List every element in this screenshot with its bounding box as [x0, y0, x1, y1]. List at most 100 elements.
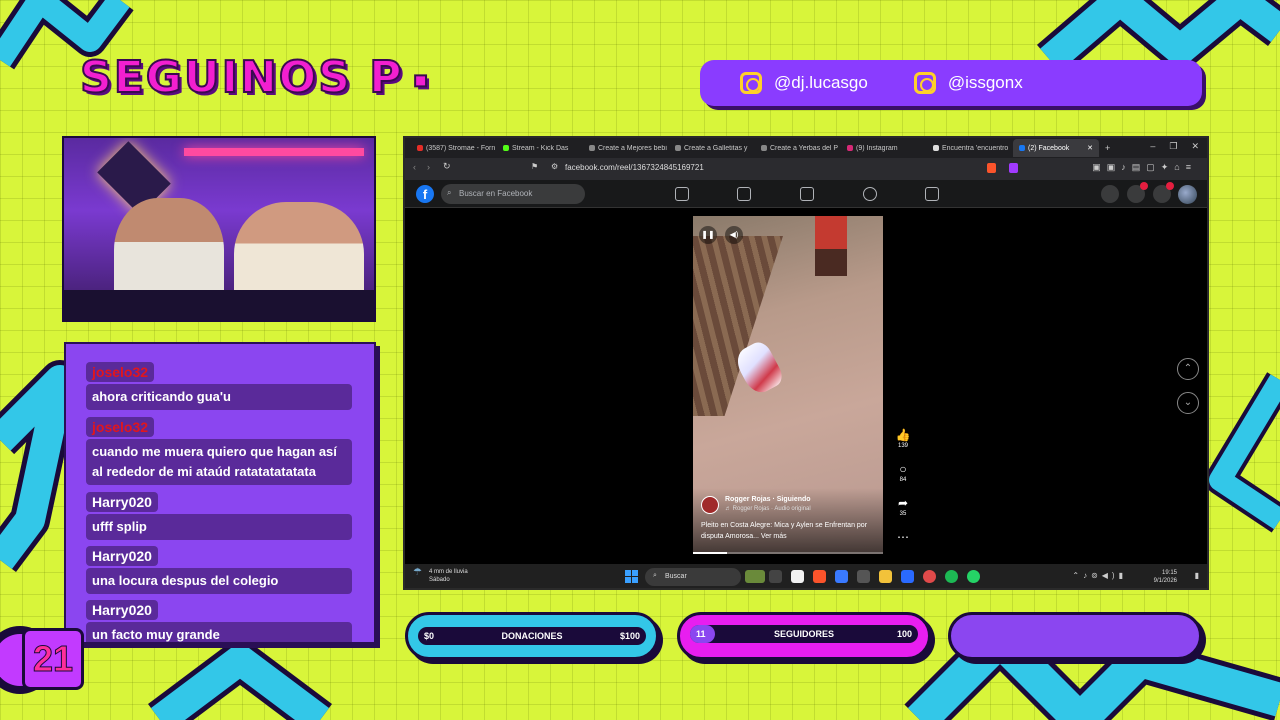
followers-label: SEGUIDORES — [773, 629, 834, 639]
task-view-icon[interactable] — [769, 570, 782, 583]
facebook-logo-icon[interactable]: f — [416, 185, 434, 203]
chat-username: Harry020 — [86, 546, 158, 566]
browser-tab[interactable]: Create a Yerbas del P — [755, 145, 841, 152]
volume-icon[interactable]: ◀) — [725, 226, 743, 244]
channel-logo: 21 — [22, 628, 84, 690]
facebook-search-input[interactable]: Buscar en Facebook — [441, 184, 585, 204]
chat-username: Harry020 — [86, 600, 158, 620]
followers-bar: 11 SEGUIDORES 100 — [677, 612, 931, 660]
reel-caption[interactable]: Pleito en Costa Alegre: Mica y Aylen se … — [701, 520, 877, 542]
chat-username: Harry020 — [86, 492, 158, 512]
social-handles-bar: @dj.lucasgo @issgonx — [700, 60, 1202, 106]
site-info-icon[interactable]: ⚙ — [551, 162, 558, 171]
editor-icon[interactable] — [901, 570, 914, 583]
like-action[interactable]: 👍 139 — [895, 428, 911, 449]
reel-author[interactable]: Rogger Rojas · Siguiendo — [725, 496, 811, 503]
url-field[interactable]: facebook.com/reel/1367324845169721 — [565, 163, 704, 172]
close-tab-icon[interactable]: ✕ — [1087, 144, 1093, 152]
toolbar-extensions-icons[interactable]: ▣▣♪▤▢✦⌂≡ — [1092, 162, 1197, 173]
social-item: @issgonx — [913, 72, 1023, 94]
overlay-title: SEGUINOS P ▪ — [79, 51, 431, 104]
whatsapp-icon[interactable] — [967, 570, 980, 583]
maximize-icon[interactable]: ❐ — [1169, 141, 1177, 152]
kick-icon — [503, 145, 509, 151]
chat-message: Harry020 una locura despus del colegio — [86, 546, 352, 594]
browser-tab[interactable]: (3587) Stromae - Forn — [411, 145, 497, 152]
next-reel-icon[interactable]: ⌄ — [1177, 392, 1199, 414]
store-icon[interactable] — [791, 570, 804, 583]
comment-icon: ○ — [899, 462, 907, 476]
spotify-icon[interactable] — [945, 570, 958, 583]
reel-progress-bar[interactable] — [693, 552, 883, 554]
donations-label: DONACIONES — [501, 631, 563, 641]
search-icon: ⌕ — [447, 188, 452, 197]
search-highlight-icon[interactable] — [745, 570, 765, 583]
donations-goal: $100 — [619, 631, 640, 641]
webcam-feed — [62, 136, 376, 322]
reel-audio[interactable]: ♬ Rogger Rojas · Audio original — [725, 506, 811, 512]
back-icon[interactable]: ‹ — [413, 162, 416, 172]
groups-icon[interactable] — [863, 187, 877, 201]
chat-message: joselo32 cuando me muera quiero que haga… — [86, 417, 352, 485]
notifications-bell-icon[interactable] — [1153, 182, 1174, 203]
reload-icon[interactable]: ↻ — [443, 161, 451, 172]
page-icon — [675, 145, 681, 151]
profile-avatar[interactable] — [1178, 185, 1197, 204]
close-window-icon[interactable]: ✕ — [1191, 141, 1199, 152]
instagram-icon — [847, 145, 853, 151]
marketplace-icon[interactable] — [800, 187, 814, 201]
previous-reel-icon[interactable]: ⌃ — [1177, 358, 1199, 380]
browser-tab[interactable]: (9) Instagram — [841, 145, 927, 152]
browser-tab[interactable]: Create a Mejores bebi — [583, 145, 669, 152]
browser-tab[interactable]: Create a Galletitas y — [669, 145, 755, 152]
minimize-icon[interactable]: – — [1150, 141, 1155, 152]
file-explorer-icon[interactable] — [879, 570, 892, 583]
messenger-icon[interactable] — [1127, 182, 1148, 203]
browser-tab[interactable]: Stream - Kick Das — [497, 145, 583, 152]
chat-text: un facto muy grande — [86, 622, 352, 642]
brave-shield-icon[interactable] — [987, 163, 996, 173]
notification-center-icon[interactable]: ▮ — [1195, 571, 1199, 580]
overlay-title-text: SEGUINOS P — [79, 51, 404, 104]
reel-progress-fill — [693, 552, 728, 554]
instagram-icon — [913, 72, 936, 94]
obs-icon[interactable] — [923, 570, 936, 583]
reel-video[interactable]: ❚❚ ◀) Rogger Rojas · Siguiendo ♬ Rogger … — [693, 216, 883, 554]
comment-action[interactable]: ○ 84 — [895, 462, 911, 483]
home-icon[interactable] — [675, 187, 689, 201]
facebook-icon — [1019, 145, 1025, 151]
chat-text: ahora criticando gua'u — [86, 384, 352, 410]
social-handle: @dj.lucasgo — [774, 73, 868, 92]
menu-grid-icon[interactable] — [1101, 185, 1119, 203]
browser-window: (3587) Stromae - Forn Stream - Kick Das … — [403, 136, 1209, 590]
forward-icon[interactable]: › — [427, 162, 430, 172]
reel-author-avatar[interactable] — [701, 496, 719, 514]
notification-badge — [1166, 182, 1174, 190]
social-item: @dj.lucasgo — [740, 72, 868, 94]
pause-icon[interactable]: ❚❚ — [699, 226, 717, 244]
taskbar-search-input[interactable]: Buscar — [645, 568, 741, 586]
tiktok-icon — [933, 145, 939, 151]
gaming-icon[interactable] — [925, 187, 939, 201]
video-icon[interactable] — [737, 187, 751, 201]
comment-count: 84 — [899, 477, 907, 483]
new-tab-button[interactable]: + — [1105, 143, 1110, 153]
browser-tab[interactable]: Encuentra 'encuentro — [927, 145, 1013, 152]
settings-icon[interactable] — [857, 570, 870, 583]
browser-tab-active[interactable]: (2) Facebook ✕ — [1013, 139, 1099, 157]
copilot-icon[interactable] — [835, 570, 848, 583]
chat-message: Harry020 ufff splip — [86, 492, 352, 540]
windows-start-icon[interactable] — [625, 570, 638, 583]
rewards-icon[interactable] — [1009, 163, 1018, 173]
brave-icon[interactable] — [813, 570, 826, 583]
browser-tab-bar: (3587) Stromae - Forn Stream - Kick Das … — [405, 138, 1207, 158]
taskbar-clock[interactable]: 19:15 9/1/2026 — [1154, 569, 1177, 585]
bookmark-icon[interactable]: ⚑ — [531, 162, 538, 171]
more-options-icon[interactable]: ⋯ — [895, 530, 911, 544]
system-tray-icons[interactable]: ⌃♪⊚◀)▮ — [1072, 571, 1127, 580]
share-action[interactable]: ➦ 35 — [895, 496, 911, 517]
empty-stat-bar — [948, 612, 1202, 660]
weather-widget[interactable]: ☂ 4 mm de lluvia Sábado — [413, 568, 468, 584]
page-icon — [589, 145, 595, 151]
windows-taskbar: ☂ 4 mm de lluvia Sábado Buscar ⌕ ⌃♪⊚◀)▮ … — [405, 564, 1207, 588]
